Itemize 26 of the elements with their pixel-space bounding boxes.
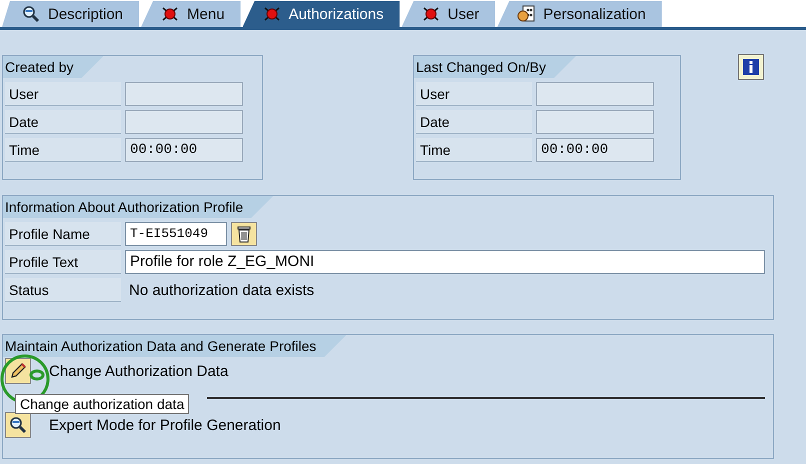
tab[interactable]: Personalization [497, 1, 662, 27]
tab[interactable]: Description [2, 1, 140, 27]
tab[interactable]: Menu [141, 1, 241, 27]
group-title: Created by [3, 56, 104, 78]
group-title: Last Changed On/By [414, 56, 576, 78]
field-label: Profile Name [5, 222, 121, 246]
field-label: Date [416, 110, 532, 134]
group-title: Information About Authorization Profile [3, 196, 274, 218]
tooltip: Change authorization data [15, 394, 190, 414]
action-label[interactable]: Expert Mode for Profile Generation [49, 416, 281, 434]
tab[interactable]: User [402, 1, 496, 27]
status-text: No authorization data exists [128, 282, 314, 298]
input-field[interactable]: Profile for role Z_EG_MONI [125, 250, 765, 274]
group-title: Maintain Authorization Data and Generate Profiles [3, 335, 346, 357]
field-label: Time [416, 138, 532, 162]
input-field[interactable]: T-EI551049 [125, 222, 227, 246]
input-field[interactable]: 00:00:00 [536, 138, 654, 162]
field-label: Profile Text [5, 250, 121, 274]
field-label: Date [5, 110, 121, 134]
field-label: User [416, 82, 532, 106]
field-label: User [5, 82, 121, 106]
action-label[interactable]: Change Authorization Data [49, 362, 228, 380]
tab[interactable]: Authorizations [242, 1, 400, 27]
field-label: Status [5, 278, 121, 302]
input-field[interactable]: 00:00:00 [125, 138, 243, 162]
field-label: Time [5, 138, 121, 162]
